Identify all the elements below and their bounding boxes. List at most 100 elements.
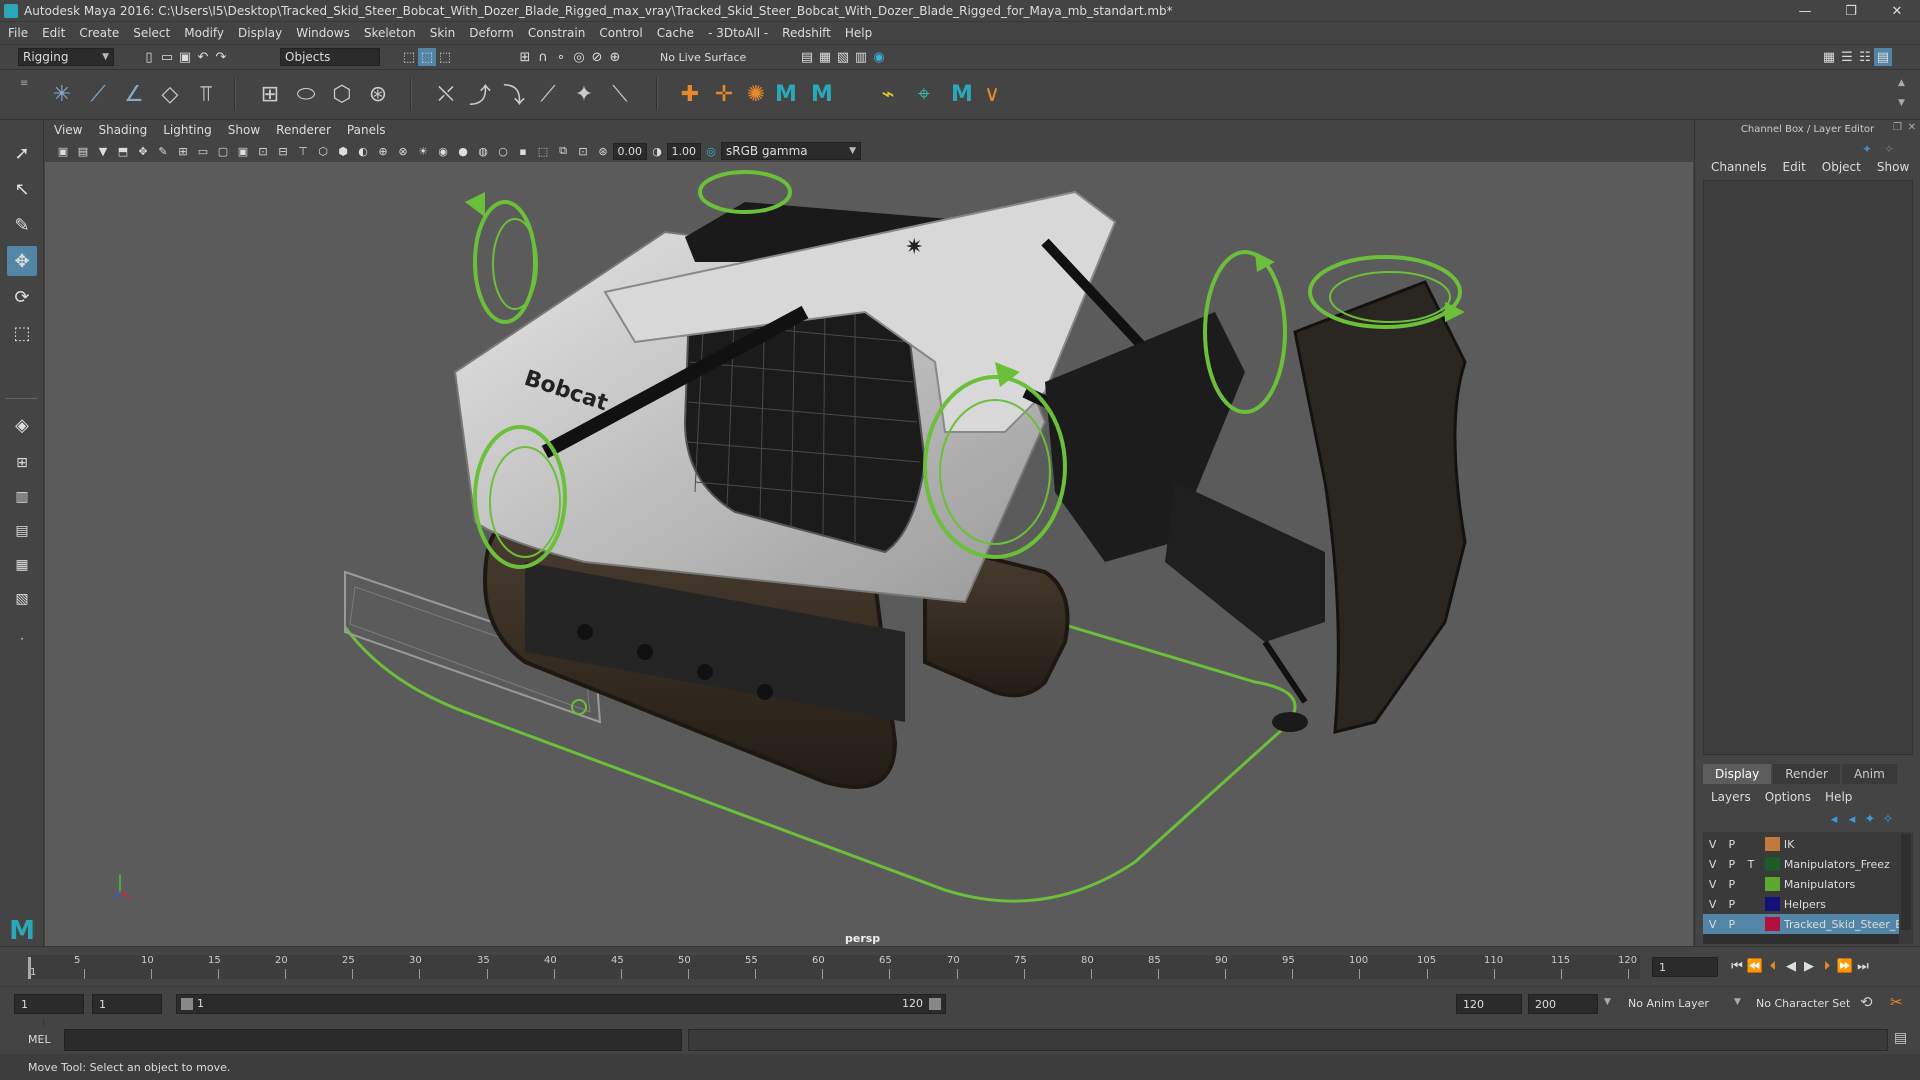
- redo-icon[interactable]: ↷: [212, 48, 230, 66]
- menu-display[interactable]: Display: [238, 26, 282, 40]
- layer-playback-toggle[interactable]: P: [1722, 898, 1741, 911]
- depth-of-field-icon[interactable]: ○: [493, 142, 513, 160]
- exposure-icon[interactable]: ⊛: [593, 142, 613, 160]
- detach-skin-icon[interactable]: ⟋: [534, 80, 562, 108]
- xray-components-icon[interactable]: ⊡: [573, 142, 593, 160]
- ik-handle-icon[interactable]: ⟋: [84, 80, 112, 108]
- menu-file[interactable]: File: [8, 26, 28, 40]
- safe-action-icon[interactable]: ⊟: [273, 142, 293, 160]
- select-camera-icon[interactable]: ▣: [53, 142, 73, 160]
- resolution-gate-icon[interactable]: ▢: [213, 142, 233, 160]
- layer-playback-toggle[interactable]: P: [1722, 858, 1741, 871]
- move-tool-icon[interactable]: ✥: [7, 246, 37, 276]
- go-to-start-icon[interactable]: ⏮: [1728, 957, 1746, 975]
- command-input[interactable]: [64, 1029, 682, 1051]
- xray-icon[interactable]: ⬚: [533, 142, 553, 160]
- playback-end-field[interactable]: 120: [1456, 994, 1522, 1014]
- viewport-menu-renderer[interactable]: Renderer: [276, 123, 331, 137]
- move-layer-down-icon[interactable]: ◂: [1843, 810, 1861, 828]
- selection-mode-selector[interactable]: Objects: [280, 48, 380, 66]
- xray-joints-icon[interactable]: ⧉: [553, 142, 573, 160]
- custom-layout-icon[interactable]: ·: [7, 624, 37, 654]
- motion-blur-icon[interactable]: ●: [453, 142, 473, 160]
- script-editor-icon[interactable]: ▤: [1894, 1030, 1907, 1046]
- go-to-end-icon[interactable]: ⏭: [1854, 957, 1872, 975]
- step-forward-frame-icon[interactable]: ⏵: [1818, 957, 1836, 975]
- aim-constraint-icon[interactable]: ✺: [742, 80, 770, 108]
- menu-edit[interactable]: Edit: [42, 26, 65, 40]
- start-time-field[interactable]: 1: [14, 994, 84, 1014]
- range-end-handle[interactable]: [929, 998, 941, 1010]
- point-constraint-icon[interactable]: ✛: [710, 80, 738, 108]
- menu-control[interactable]: Control: [599, 26, 642, 40]
- layer-list-scrollbar[interactable]: [1901, 834, 1911, 930]
- live-surface-label[interactable]: No Live Surface: [660, 51, 746, 64]
- color-management-icon[interactable]: ◎: [701, 142, 721, 160]
- gamma-field[interactable]: 1.00: [667, 142, 701, 160]
- new-scene-icon[interactable]: ▯: [140, 48, 158, 66]
- step-back-frame-icon[interactable]: ⏴: [1764, 957, 1782, 975]
- set-driven-key-icon[interactable]: ∨: [978, 80, 1006, 108]
- maximize-button[interactable]: ❐: [1828, 0, 1874, 22]
- lasso-tool-icon[interactable]: ↖: [7, 174, 37, 204]
- sculpt-deformer-icon[interactable]: ⊛: [364, 80, 392, 108]
- channel-menu-show[interactable]: Show: [1877, 160, 1909, 174]
- layer-visibility-toggle[interactable]: V: [1703, 878, 1722, 891]
- layer-playback-toggle[interactable]: P: [1722, 838, 1741, 851]
- rotate-tool-icon[interactable]: ⟳: [7, 282, 37, 312]
- lattice-icon[interactable]: ⊞: [256, 80, 284, 108]
- pole-vector-icon[interactable]: ⌖: [910, 80, 938, 108]
- shadows-icon[interactable]: ☀: [413, 142, 433, 160]
- current-time-marker[interactable]: [28, 957, 31, 979]
- end-time-field[interactable]: 200: [1528, 994, 1598, 1014]
- tab-anim[interactable]: Anim: [1841, 764, 1897, 784]
- command-language-label[interactable]: MEL: [28, 1033, 51, 1046]
- menu-3dtoall[interactable]: - 3DtoAll -: [708, 26, 768, 40]
- snap-grid-icon[interactable]: ⊞: [516, 48, 534, 66]
- layer-row[interactable]: V P IK: [1703, 834, 1899, 854]
- mode-selector[interactable]: Rigging ▼: [18, 48, 114, 66]
- chevron-down-icon[interactable]: ▼: [1604, 997, 1611, 1007]
- channel-box-toggle-icon[interactable]: ▤: [1874, 48, 1892, 66]
- move-layer-up-icon[interactable]: ◂: [1825, 810, 1843, 828]
- layer-visibility-toggle[interactable]: V: [1703, 838, 1722, 851]
- isolate-select-icon[interactable]: ▪: [513, 142, 533, 160]
- modeling-toolkit-icon[interactable]: ▦: [1820, 48, 1838, 66]
- insert-joint-icon[interactable]: ◇: [156, 80, 184, 108]
- select-object-icon[interactable]: ⬚: [418, 48, 436, 66]
- channel-menu-channels[interactable]: Channels: [1711, 160, 1767, 174]
- film-gate-icon[interactable]: ▭: [193, 142, 213, 160]
- paint-weights-icon[interactable]: ⤵: [500, 80, 528, 109]
- gamma-icon[interactable]: ◑: [647, 142, 667, 160]
- textured-icon[interactable]: ⊕: [373, 142, 393, 160]
- save-scene-icon[interactable]: ▣: [176, 48, 194, 66]
- ipr-render-icon[interactable]: ▧: [834, 48, 852, 66]
- shelf-scroll-down-icon[interactable]: ▼: [1898, 98, 1905, 108]
- layer-color-swatch[interactable]: [1764, 837, 1780, 851]
- persp-hypershade-layout-icon[interactable]: ▦: [7, 550, 37, 580]
- play-forwards-icon[interactable]: ▶: [1800, 957, 1818, 975]
- layer-row[interactable]: V P T Manipulators_Freez: [1703, 854, 1899, 874]
- camera-attributes-icon[interactable]: ▤: [73, 142, 93, 160]
- undo-icon[interactable]: ↶: [194, 48, 212, 66]
- chevron-down-icon[interactable]: ▼: [1734, 997, 1741, 1007]
- persp-outliner-layout-icon[interactable]: ▥: [7, 482, 37, 512]
- layer-row[interactable]: V P Tracked_Skid_Steer_Bob: [1703, 914, 1899, 934]
- cluster-icon[interactable]: ⬭: [292, 80, 320, 108]
- tab-render[interactable]: Render: [1773, 764, 1840, 784]
- smooth-bind-icon[interactable]: ⤴: [466, 80, 494, 109]
- mirror-joint-icon[interactable]: ⫪: [192, 80, 220, 108]
- close-button[interactable]: ✕: [1874, 0, 1920, 22]
- tab-display[interactable]: Display: [1703, 764, 1772, 784]
- layer-color-swatch[interactable]: [1764, 877, 1780, 891]
- wrap-icon[interactable]: ⬡: [328, 80, 356, 108]
- menu-create[interactable]: Create: [79, 26, 119, 40]
- auto-key-icon[interactable]: ⟲: [1860, 993, 1873, 1011]
- viewport-menu-panels[interactable]: Panels: [347, 123, 386, 137]
- persp-graph-layout-icon[interactable]: ▤: [7, 516, 37, 546]
- scale-constraint-icon[interactable]: M: [808, 80, 836, 108]
- close-panel-icon[interactable]: ✕: [1908, 122, 1916, 133]
- minimize-button[interactable]: —: [1782, 0, 1828, 22]
- attribute-editor-icon[interactable]: ☰: [1838, 48, 1856, 66]
- shelf-options-icon[interactable]: ≡: [20, 78, 28, 89]
